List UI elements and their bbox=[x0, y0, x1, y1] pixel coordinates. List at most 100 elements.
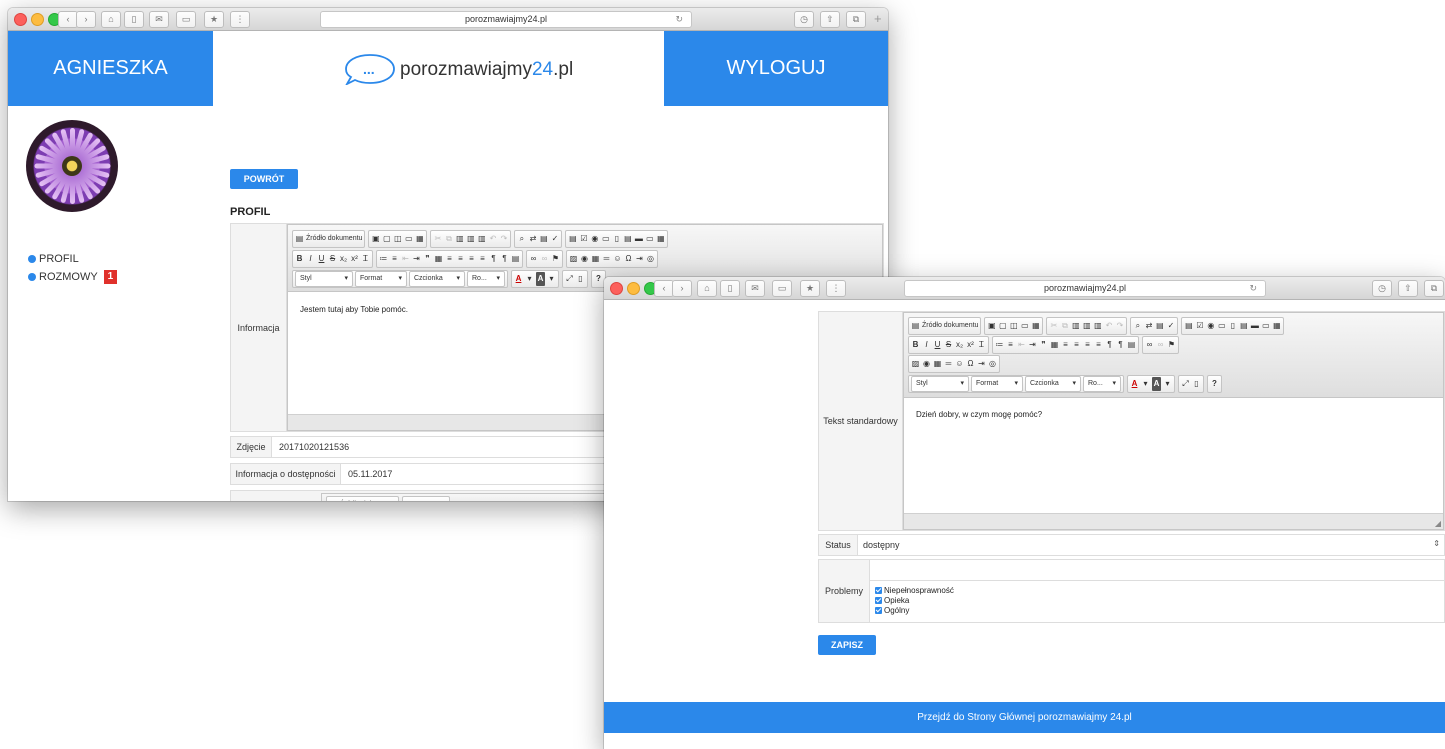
subscript-icon[interactable]: x₂ bbox=[339, 252, 348, 266]
undo-icon[interactable]: ↶ bbox=[488, 232, 497, 246]
resize-handle-icon[interactable]: ◢ bbox=[1435, 519, 1441, 528]
save-icon[interactable]: ▣ bbox=[405, 498, 414, 501]
bold-icon[interactable]: B bbox=[295, 252, 304, 266]
new-page-icon[interactable]: ▢ bbox=[382, 232, 391, 246]
flash-icon[interactable]: ◉ bbox=[922, 357, 931, 371]
forward-arrow-icon[interactable]: › bbox=[672, 280, 692, 297]
underline-icon[interactable]: U bbox=[317, 252, 326, 266]
photo-value[interactable]: 20171020121536 bbox=[279, 442, 349, 452]
page-break-icon[interactable]: ⇥ bbox=[635, 252, 644, 266]
indent-icon[interactable]: ⇥ bbox=[1028, 338, 1037, 352]
cut-icon[interactable]: ✂ bbox=[433, 232, 442, 246]
form-icon[interactable]: ▤ bbox=[1184, 319, 1193, 333]
standard-text-editor[interactable]: ▤ Źródło dokumentu ▣ ▢ ◫ ▭ ▦ ✂ ⧉ ▥ ▥ ▥ ↶ ↷ ⌕ ⇄ ▤ ✓ ▤ ☑ ◉… bbox=[903, 312, 1444, 530]
footer-home-link[interactable]: Przejdź do Strony Głównej porozmawiajmy … bbox=[604, 702, 1445, 733]
table-icon[interactable]: ▦ bbox=[933, 357, 942, 371]
indent-icon[interactable]: ⇥ bbox=[412, 252, 421, 266]
spellcheck-icon[interactable]: ✓ bbox=[550, 232, 559, 246]
superscript-icon[interactable]: x² bbox=[966, 338, 975, 352]
home-icon[interactable]: ⌂ bbox=[697, 280, 717, 297]
checkbox-icon[interactable]: ☑ bbox=[1195, 319, 1204, 333]
maximize-icon[interactable]: ⤢ bbox=[1181, 377, 1190, 391]
tabs-overview-icon[interactable]: ⧉ bbox=[846, 11, 866, 28]
textfield-icon[interactable]: ▭ bbox=[601, 232, 610, 246]
back-arrow-icon[interactable]: ‹ bbox=[58, 11, 78, 28]
textarea-icon[interactable]: ▯ bbox=[612, 232, 621, 246]
page-break-icon[interactable]: ⇥ bbox=[977, 357, 986, 371]
link-icon[interactable]: ∞ bbox=[529, 252, 538, 266]
back-button[interactable]: POWRÓT bbox=[230, 169, 298, 189]
table-icon[interactable]: ▦ bbox=[591, 252, 600, 266]
problems-search-input[interactable] bbox=[870, 560, 1444, 581]
rtl-icon[interactable]: ¶ bbox=[500, 252, 509, 266]
imagebutton-icon[interactable]: ▭ bbox=[645, 232, 654, 246]
minimize-window-button[interactable] bbox=[31, 13, 44, 26]
reload-icon[interactable]: ↻ bbox=[675, 12, 683, 27]
blockquote-icon[interactable]: ❞ bbox=[423, 252, 432, 266]
problem-option[interactable]: Ogólny bbox=[875, 606, 954, 616]
redo-icon[interactable]: ↷ bbox=[499, 232, 508, 246]
align-center-icon[interactable]: ≡ bbox=[456, 252, 465, 266]
status-select[interactable]: dostępny bbox=[863, 540, 900, 550]
maximize-icon[interactable]: ⤢ bbox=[565, 272, 574, 286]
save-button[interactable]: ZAPISZ bbox=[818, 635, 876, 655]
source-icon[interactable]: ▤ bbox=[911, 319, 920, 333]
text-color-icon[interactable]: A bbox=[1130, 377, 1139, 391]
standard-text-value[interactable]: Dzień dobry, w czym mogę pomóc? bbox=[916, 410, 1042, 419]
horizontal-line-icon[interactable]: ═ bbox=[602, 252, 611, 266]
horizontal-line-icon[interactable]: ═ bbox=[944, 357, 953, 371]
bg-color-icon[interactable]: A bbox=[1152, 377, 1161, 391]
redo-icon[interactable]: ↷ bbox=[1115, 319, 1124, 333]
iframe-icon[interactable]: ◎ bbox=[988, 357, 997, 371]
textfield-icon[interactable]: ▭ bbox=[1217, 319, 1226, 333]
source-button[interactable]: Źródło dokumentu bbox=[922, 319, 978, 333]
show-blocks-icon[interactable]: ▯ bbox=[1192, 377, 1201, 391]
text-color-icon[interactable]: A bbox=[514, 272, 523, 286]
chevron-down-icon[interactable]: ▾ bbox=[547, 272, 556, 286]
strike-icon[interactable]: S bbox=[328, 252, 337, 266]
unlink-icon[interactable]: ∞ bbox=[1156, 338, 1165, 352]
select-all-icon[interactable]: ▤ bbox=[1155, 319, 1164, 333]
style-dropdown[interactable]: Styl ▾ bbox=[911, 376, 969, 392]
print-icon[interactable]: ▭ bbox=[176, 11, 196, 28]
style-dropdown[interactable]: Styl ▾ bbox=[295, 271, 353, 287]
help-button[interactable]: ? bbox=[594, 272, 603, 286]
radio-icon[interactable]: ◉ bbox=[1206, 319, 1215, 333]
radio-icon[interactable]: ◉ bbox=[590, 232, 599, 246]
bullet-list-icon[interactable]: ≡ bbox=[390, 252, 399, 266]
templates-icon[interactable]: ▦ bbox=[1031, 319, 1040, 333]
language-icon[interactable]: ▤ bbox=[511, 252, 520, 266]
image-icon[interactable]: ▨ bbox=[911, 357, 920, 371]
justify-icon[interactable]: ≡ bbox=[1094, 338, 1103, 352]
mail-icon[interactable]: ✉ bbox=[745, 280, 765, 297]
availability-value[interactable]: 05.11.2017 bbox=[348, 469, 392, 479]
iframe-icon[interactable]: ◎ bbox=[646, 252, 655, 266]
bg-color-icon[interactable]: A bbox=[536, 272, 545, 286]
reload-icon[interactable]: ↻ bbox=[1249, 281, 1257, 296]
close-window-button[interactable] bbox=[610, 282, 623, 295]
link-icon[interactable]: ∞ bbox=[1145, 338, 1154, 352]
paste-text-icon[interactable]: ▥ bbox=[466, 232, 475, 246]
align-right-icon[interactable]: ≡ bbox=[1083, 338, 1092, 352]
preview-icon[interactable]: ◫ bbox=[1009, 319, 1018, 333]
address-bar[interactable]: porozmawiajmy24.pl ↻ bbox=[320, 11, 692, 28]
anchor-icon[interactable]: ⚑ bbox=[1167, 338, 1176, 352]
templates-icon[interactable]: ▦ bbox=[415, 232, 424, 246]
textarea-icon[interactable]: ▯ bbox=[1228, 319, 1237, 333]
form-icon[interactable]: ▤ bbox=[568, 232, 577, 246]
bookmark-star-icon[interactable]: ★ bbox=[204, 11, 224, 28]
source-button[interactable]: Źródło dokumentu bbox=[306, 232, 362, 246]
flash-icon[interactable]: ◉ bbox=[580, 252, 589, 266]
undo-icon[interactable]: ↶ bbox=[1104, 319, 1113, 333]
remove-format-icon[interactable]: Ꮖ bbox=[977, 338, 986, 352]
numbered-list-icon[interactable]: ≔ bbox=[995, 338, 1004, 352]
superscript-icon[interactable]: x² bbox=[350, 252, 359, 266]
blockquote-icon[interactable]: ❞ bbox=[1039, 338, 1048, 352]
back-arrow-icon[interactable]: ‹ bbox=[654, 280, 674, 297]
italic-icon[interactable]: I bbox=[306, 252, 315, 266]
copy-icon[interactable]: ⧉ bbox=[444, 232, 453, 246]
language-icon[interactable]: ▤ bbox=[1127, 338, 1136, 352]
print-icon[interactable]: ▭ bbox=[404, 232, 413, 246]
paste-icon[interactable]: ▥ bbox=[1071, 319, 1080, 333]
share-icon[interactable]: ⇧ bbox=[820, 11, 840, 28]
